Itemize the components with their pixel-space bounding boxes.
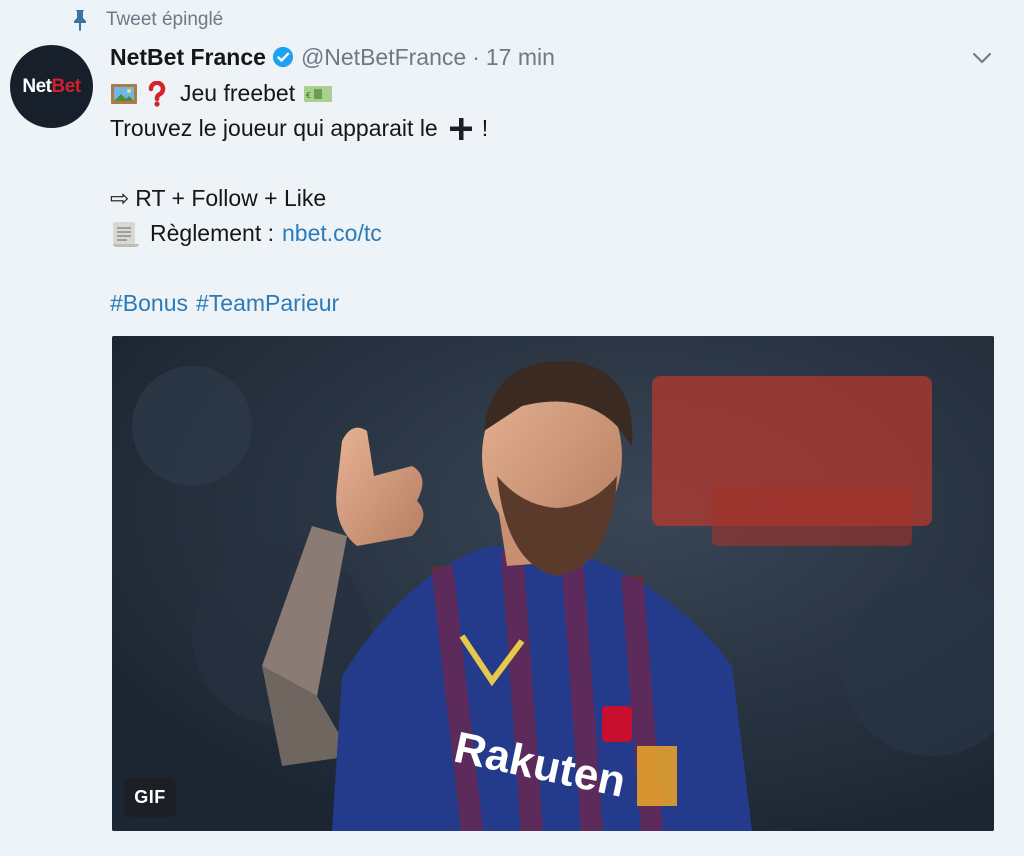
arrow-icon: ⇨ — [110, 185, 130, 211]
question-mark-icon — [148, 80, 166, 107]
plus-icon — [449, 117, 472, 140]
scroll-icon — [113, 221, 139, 247]
verified-badge-icon — [272, 46, 294, 68]
tweet-line-2-end: ! — [481, 115, 489, 141]
hashtag-bonus[interactable]: #Bonus — [110, 286, 188, 321]
tweet-line-4: Règlement : nbet.co/tc — [110, 216, 990, 251]
timestamp[interactable]: 17 min — [486, 44, 555, 71]
gif-image: Rakuten — [112, 336, 994, 831]
svg-text:€: € — [306, 91, 311, 100]
rules-link[interactable]: nbet.co/tc — [282, 216, 382, 251]
gif-badge: GIF — [124, 777, 176, 817]
tweet-text: Jeu freebet € Trouvez le joueur qui appa… — [110, 76, 990, 321]
tweet-hashtags: #Bonus #TeamParieur — [110, 286, 990, 321]
framed-picture-icon — [111, 83, 137, 104]
avatar[interactable]: NetBet — [10, 45, 93, 128]
rules-label: Règlement : — [150, 220, 275, 246]
tweet-line-3-text: RT + Follow + Like — [135, 185, 327, 211]
author-handle[interactable]: @NetBetFrance — [301, 44, 466, 71]
tweet-line-1-text: Jeu freebet — [180, 80, 296, 106]
gif-media[interactable]: Rakuten — [112, 336, 994, 831]
euro-banknote-icon: € — [304, 85, 333, 102]
tweet-line-2: Trouvez le joueur qui apparait le ! — [110, 111, 990, 146]
pin-icon — [74, 10, 86, 31]
pinned-label: Tweet épinglé — [106, 9, 224, 30]
separator: · — [472, 43, 480, 70]
tweet-header: NetBet France @NetBetFrance · 17 min — [110, 40, 555, 74]
tweet-line-1: Jeu freebet € — [110, 76, 990, 111]
tweet-line-2-text: Trouvez le joueur qui apparait le — [110, 115, 438, 141]
tweet-line-3: ⇨ RT + Follow + Like — [110, 181, 990, 216]
chevron-down-icon[interactable] — [970, 46, 994, 70]
hashtag-teamparieur[interactable]: #TeamParieur — [196, 286, 339, 321]
author-name[interactable]: NetBet France — [110, 44, 266, 71]
netbet-logo: NetBet — [22, 75, 81, 97]
pinned-indicator: Tweet épinglé — [68, 6, 223, 34]
pinned-tweet[interactable]: Tweet épinglé NetBet NetBet France @NetB… — [0, 0, 1024, 856]
